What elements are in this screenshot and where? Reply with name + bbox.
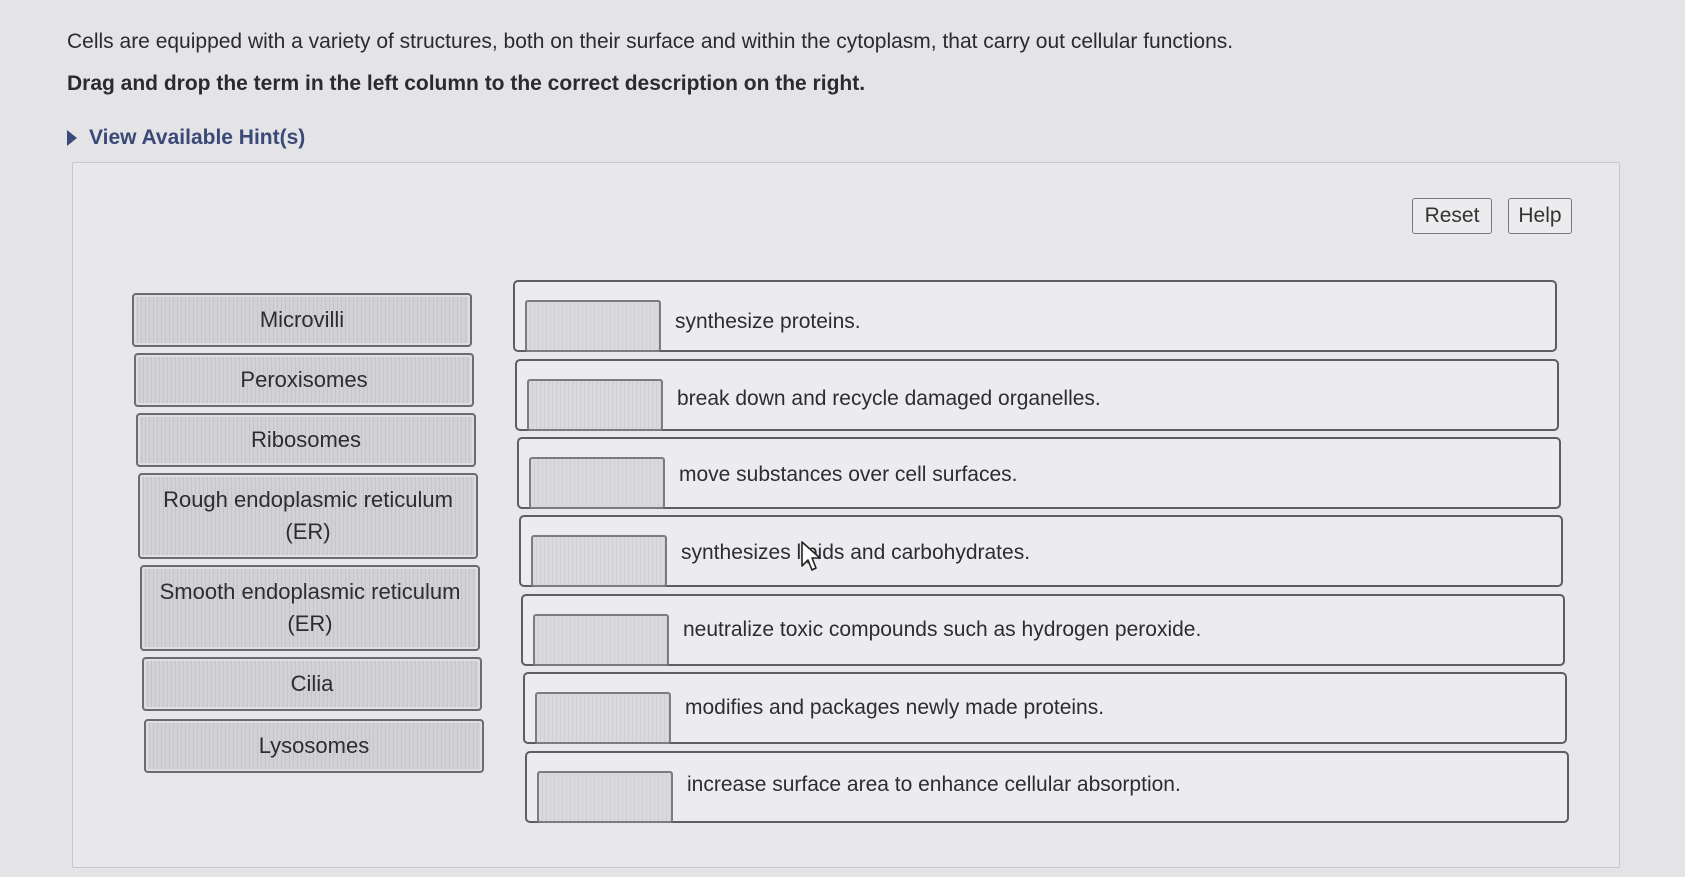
drop-slot[interactable]	[533, 614, 669, 666]
drag-drop-question: Cells are equipped with a variety of str…	[0, 0, 1685, 877]
target-description: move substances over cell surfaces.	[679, 463, 1018, 486]
term-lysosomes[interactable]: Lysosomes	[144, 719, 484, 773]
question-intro: Cells are equipped with a variety of str…	[67, 30, 1234, 53]
mouse-pointer-icon	[801, 541, 821, 571]
target-description: modifies and packages newly made protein…	[685, 696, 1105, 719]
drop-slot[interactable]	[531, 535, 667, 587]
term-ribosomes[interactable]: Ribosomes	[136, 413, 476, 467]
target-row: move substances over cell surfaces.	[517, 437, 1561, 509]
target-description: synthesize proteins.	[675, 310, 861, 333]
target-description: synthesizes lipids and carbohydrates.	[681, 541, 1031, 564]
help-button[interactable]: Help	[1508, 198, 1572, 234]
question-instruction: Drag and drop the term in the left colum…	[67, 72, 866, 95]
drop-slot[interactable]	[529, 457, 665, 509]
term-microvilli[interactable]: Microvilli	[132, 293, 472, 347]
drop-slot[interactable]	[527, 379, 663, 431]
view-hints-label: View Available Hint(s)	[89, 126, 306, 149]
reset-button[interactable]: Reset	[1412, 198, 1492, 234]
drop-slot[interactable]	[535, 692, 671, 744]
target-row: break down and recycle damaged organelle…	[515, 359, 1559, 431]
target-description: break down and recycle damaged organelle…	[677, 387, 1101, 410]
target-description: neutralize toxic compounds such as hydro…	[683, 618, 1202, 641]
target-row: neutralize toxic compounds such as hydro…	[521, 594, 1565, 666]
target-row: increase surface area to enhance cellula…	[525, 751, 1569, 823]
drop-slot[interactable]	[525, 300, 661, 352]
target-row: synthesizes lipids and carbohydrates.	[519, 515, 1563, 587]
view-hints-toggle[interactable]: View Available Hint(s)	[67, 126, 305, 150]
term-smooth-er[interactable]: Smooth endoplasmic reticulum (ER)	[140, 565, 480, 651]
triangle-right-icon	[67, 130, 77, 146]
target-description: increase surface area to enhance cellula…	[687, 773, 1181, 796]
target-row: modifies and packages newly made protein…	[523, 672, 1567, 744]
drop-slot[interactable]	[537, 771, 673, 823]
term-rough-er[interactable]: Rough endoplasmic reticulum (ER)	[138, 473, 478, 559]
term-peroxisomes[interactable]: Peroxisomes	[134, 353, 474, 407]
target-row: synthesize proteins.	[513, 280, 1557, 352]
term-cilia[interactable]: Cilia	[142, 657, 482, 711]
